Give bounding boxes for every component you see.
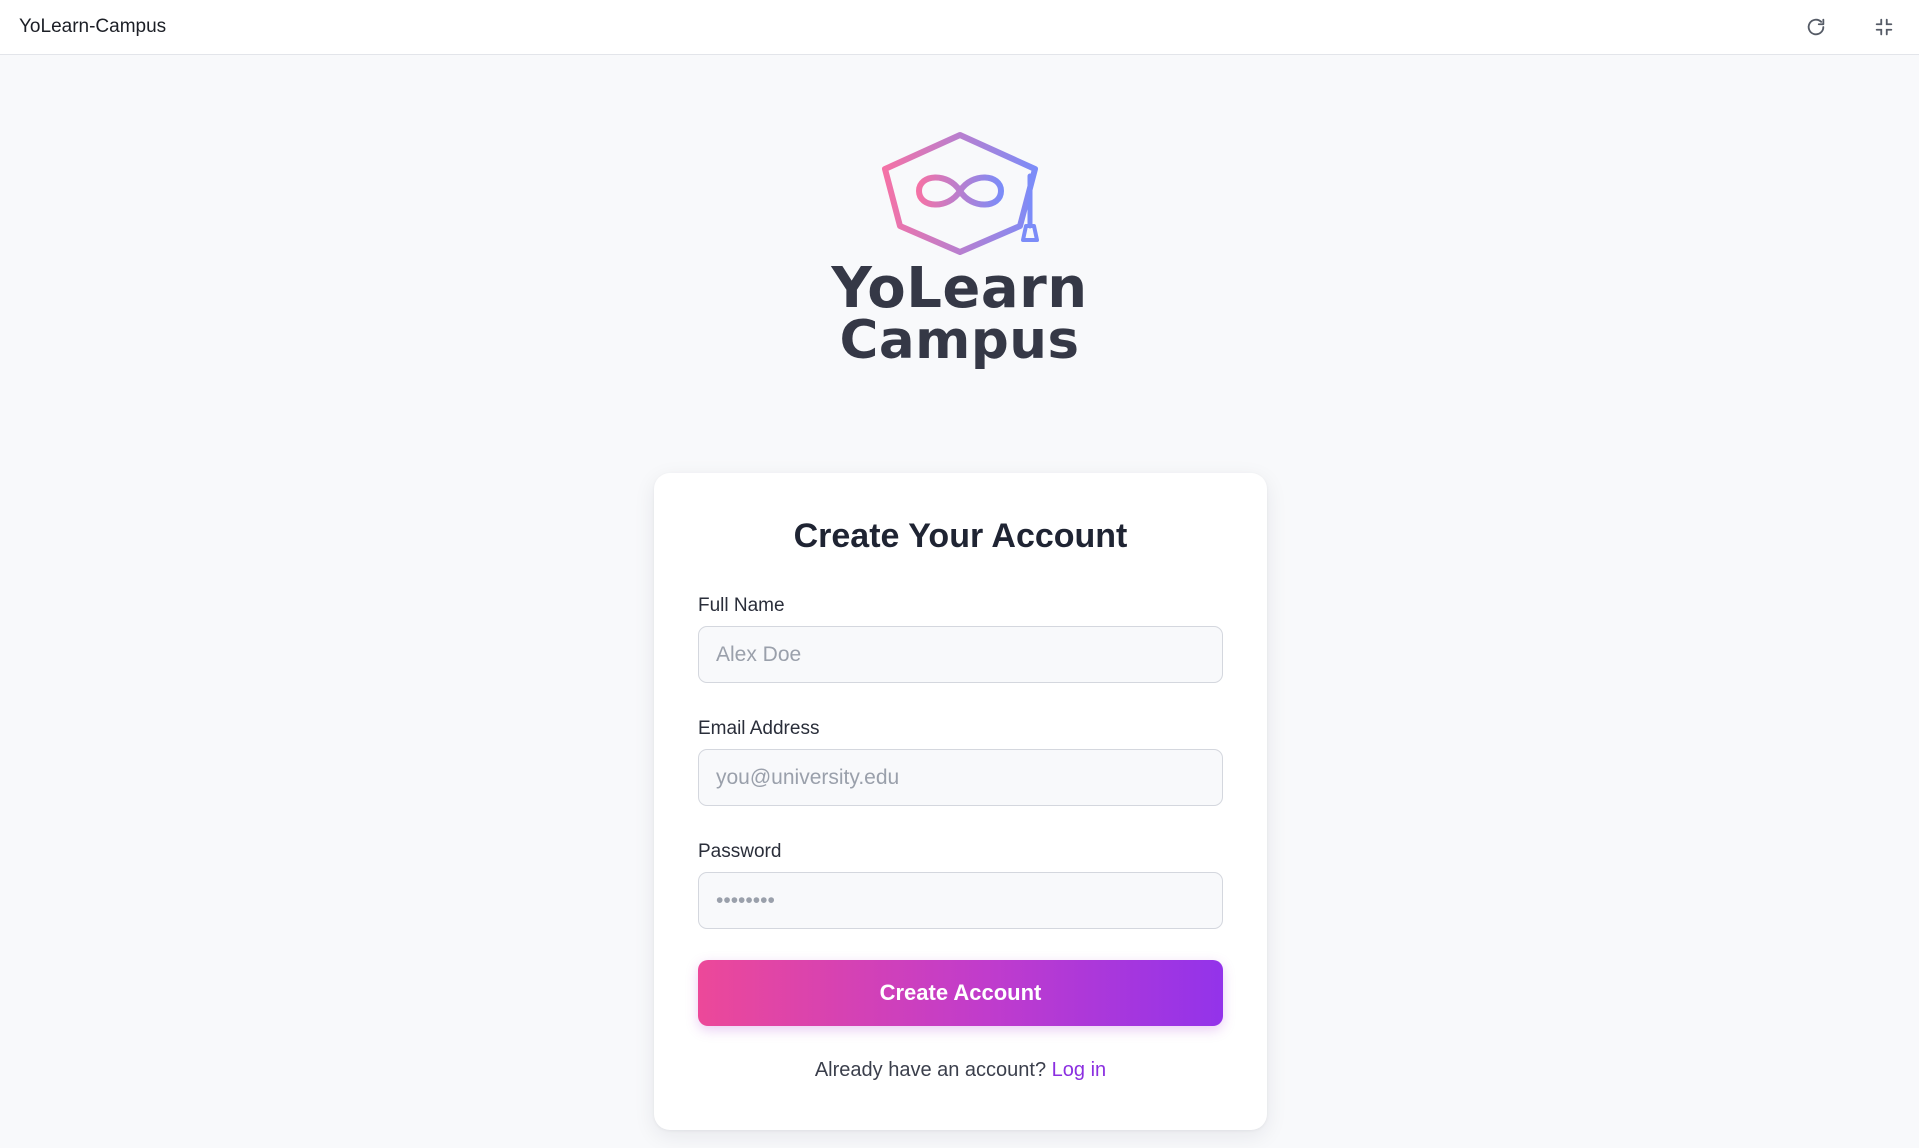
- app-topbar: YoLearn-Campus: [0, 0, 1919, 55]
- full-name-input[interactable]: [698, 626, 1223, 683]
- signup-card: Create Your Account Full Name Email Addr…: [654, 473, 1267, 1130]
- email-label: Email Address: [698, 718, 820, 739]
- create-account-button[interactable]: Create Account: [698, 960, 1223, 1026]
- password-input[interactable]: [698, 872, 1223, 929]
- exit-fullscreen-icon[interactable]: [1870, 13, 1898, 41]
- graduation-cap-logo-icon: [881, 132, 1039, 255]
- app-title: YoLearn-Campus: [19, 16, 167, 37]
- password-label: Password: [698, 841, 782, 862]
- form-title: Create Your Account: [793, 517, 1128, 555]
- refresh-icon[interactable]: [1802, 13, 1830, 41]
- full-name-label: Full Name: [698, 595, 785, 616]
- login-prompt-text: Already have an account?: [814, 1059, 1047, 1081]
- login-link[interactable]: Log in: [1052, 1059, 1107, 1081]
- email-input[interactable]: [698, 749, 1223, 806]
- login-prompt-row: Already have an account? Log in: [654, 1059, 1267, 1082]
- logo-wordmark-line2: Campus: [839, 309, 1080, 371]
- brand-logo: YoLearn Campus: [0, 128, 1919, 367]
- logo-wordmark-line1: YoLearn: [831, 256, 1088, 321]
